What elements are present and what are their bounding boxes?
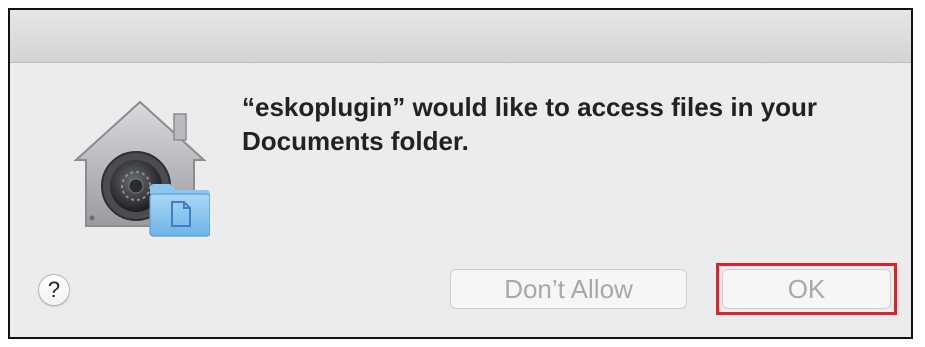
dialog-message: “eskoplugin” would like to access files … <box>242 92 818 156</box>
dialog-titlebar <box>10 10 911 63</box>
help-button-label: ? <box>47 277 61 302</box>
ok-highlight-box <box>716 263 897 315</box>
help-button[interactable]: ? <box>38 274 70 306</box>
dont-allow-button[interactable]: Don’t Allow <box>450 269 687 309</box>
privacy-folder-icon <box>70 98 211 238</box>
dont-allow-label: Don’t Allow <box>504 273 633 304</box>
permission-dialog: “eskoplugin” would like to access files … <box>8 8 913 339</box>
